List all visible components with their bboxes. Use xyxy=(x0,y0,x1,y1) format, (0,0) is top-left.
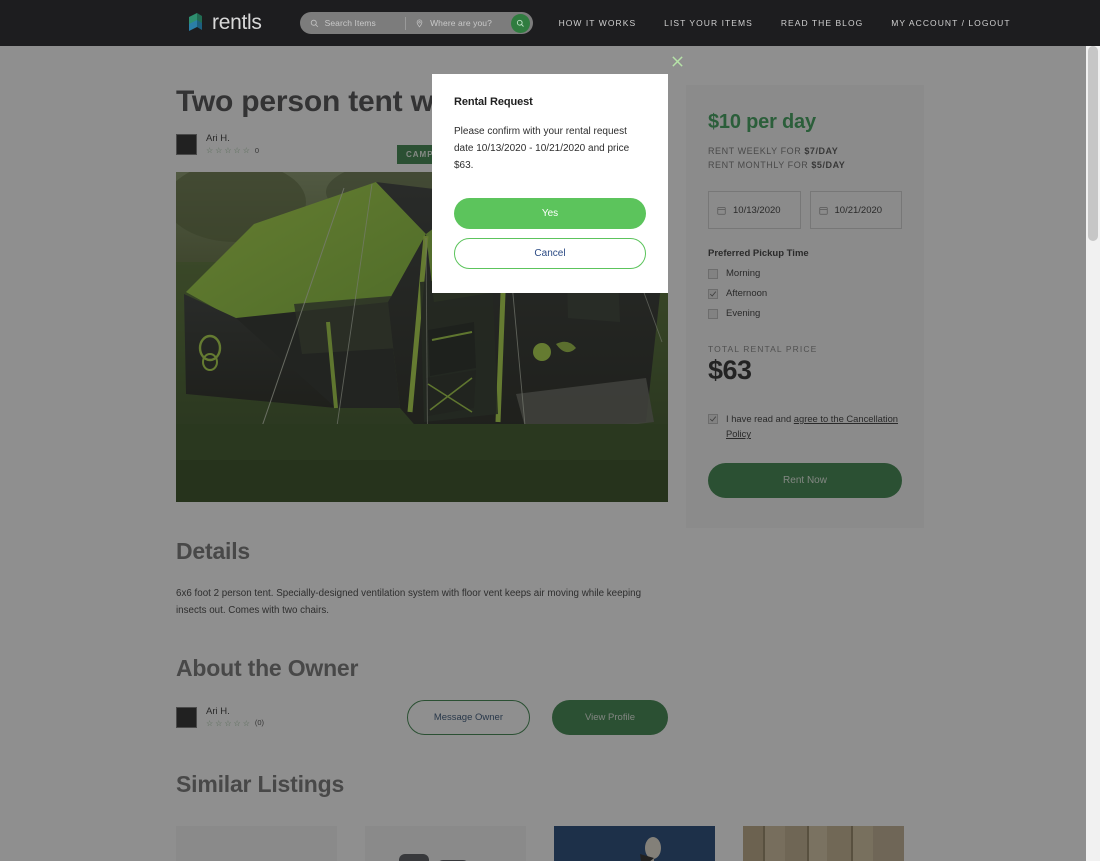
search-input[interactable]: Search Items xyxy=(325,18,376,28)
layers-logo-icon xyxy=(186,12,205,34)
nav-list-your-items[interactable]: LIST YOUR ITEMS xyxy=(664,18,753,28)
rental-request-modal: Rental Request Please confirm with your … xyxy=(432,74,668,293)
nav-read-the-blog[interactable]: READ THE BLOG xyxy=(781,18,863,28)
map-pin-icon xyxy=(415,19,424,28)
search-icon xyxy=(310,19,319,28)
nav-my-account-logout[interactable]: MY ACCOUNT / LOGOUT xyxy=(891,18,1010,28)
search-bar[interactable]: Search Items Where are you? xyxy=(299,12,533,34)
modal-body-text: Please confirm with your rental request … xyxy=(454,126,630,172)
page-scrollbar[interactable] xyxy=(1086,46,1100,861)
modal-cancel-button[interactable]: Cancel xyxy=(454,237,646,269)
nav-links: HOW IT WORKS LIST YOUR ITEMS READ THE BL… xyxy=(559,18,1011,28)
search-items-segment[interactable]: Search Items xyxy=(310,18,406,28)
brand-name: rentls xyxy=(212,11,262,34)
listing-page: rentls Search Items Where are you? HOW I… xyxy=(0,0,1100,861)
modal-confirm-button[interactable]: Yes xyxy=(454,197,646,229)
search-submit-button[interactable] xyxy=(510,13,530,33)
modal-title: Rental Request xyxy=(454,96,533,108)
scrollbar-thumb[interactable] xyxy=(1088,46,1098,241)
location-segment[interactable]: Where are you? xyxy=(406,18,511,28)
close-icon[interactable] xyxy=(669,53,685,69)
top-navigation-bar: rentls Search Items Where are you? HOW I… xyxy=(0,0,1100,46)
nav-how-it-works[interactable]: HOW IT WORKS xyxy=(559,18,637,28)
location-input[interactable]: Where are you? xyxy=(430,18,492,28)
brand-logo[interactable]: rentls xyxy=(186,11,262,35)
